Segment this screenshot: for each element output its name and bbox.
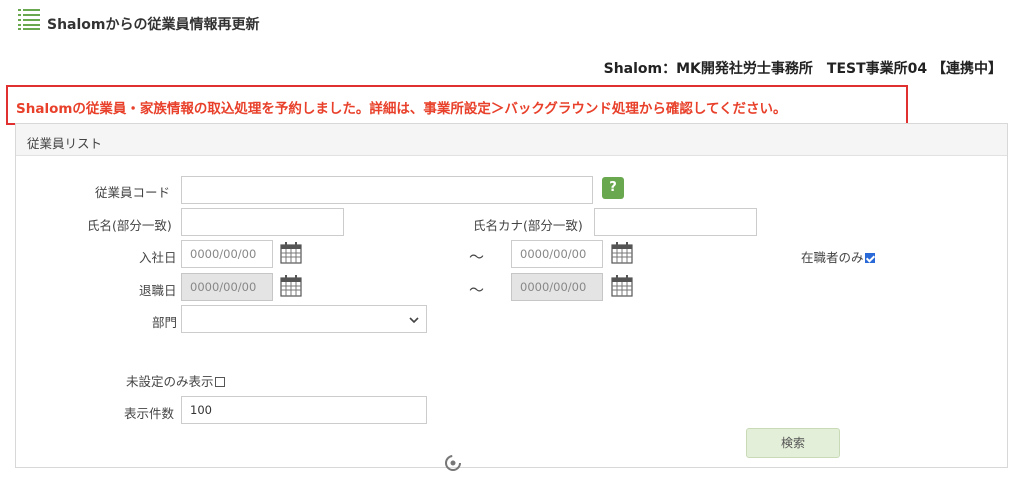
search-button[interactable]: 検索 bbox=[746, 428, 840, 458]
name-kana-input[interactable] bbox=[594, 208, 757, 236]
panel-title: 従業員リスト bbox=[27, 136, 103, 151]
unset-only-toggle[interactable]: 未設定のみ表示 bbox=[126, 371, 225, 390]
notice-banner: Shalomの従業員・家族情報の取込処理を予約しました。詳細は、事業所設定＞バッ… bbox=[6, 85, 908, 125]
employee-code-label: 従業員コード bbox=[95, 185, 171, 200]
hire-date-label: 入社日 bbox=[139, 250, 177, 265]
list-icon[interactable] bbox=[18, 8, 40, 30]
page-size-label: 表示件数 bbox=[124, 406, 175, 421]
panel-header: 従業員リスト bbox=[16, 124, 1007, 156]
calendar-icon[interactable] bbox=[280, 275, 302, 297]
hire-date-from-input[interactable] bbox=[181, 240, 273, 268]
office-connection-label: Shalom：MK開発社労士事務所 TEST事業所04 【連携中】 bbox=[603, 61, 1002, 77]
name-input[interactable] bbox=[181, 208, 344, 236]
name-label: 氏名(部分一致) bbox=[87, 218, 172, 233]
retire-date-range-separator: ～ bbox=[469, 281, 485, 299]
unset-only-label: 未設定のみ表示 bbox=[126, 374, 214, 389]
chevron-down-icon bbox=[409, 317, 419, 324]
page-title: Shalomからの従業員情報再更新 bbox=[47, 17, 260, 33]
help-button[interactable]: ? bbox=[602, 177, 624, 199]
active-only-label: 在職者のみ bbox=[801, 250, 864, 265]
retire-date-label: 退職日 bbox=[139, 283, 177, 298]
active-only-toggle[interactable]: 在職者のみ bbox=[801, 247, 875, 266]
loading-spinner-icon bbox=[445, 455, 461, 471]
page-size-input[interactable] bbox=[181, 396, 427, 424]
hire-date-to-input[interactable] bbox=[511, 240, 603, 268]
top-bar: Shalomからの従業員情報再更新 bbox=[0, 0, 1024, 44]
department-select[interactable] bbox=[181, 305, 427, 333]
unset-only-checkbox[interactable] bbox=[214, 377, 225, 387]
department-label: 部門 bbox=[152, 315, 178, 330]
calendar-icon[interactable] bbox=[280, 242, 302, 264]
active-only-checkbox[interactable] bbox=[864, 253, 875, 263]
retire-date-from-input[interactable] bbox=[181, 273, 273, 301]
name-kana-label: 氏名カナ(部分一致) bbox=[473, 218, 583, 233]
calendar-icon[interactable] bbox=[611, 242, 633, 264]
employee-code-input[interactable] bbox=[181, 176, 593, 204]
calendar-icon[interactable] bbox=[611, 275, 633, 297]
retire-date-to-input[interactable] bbox=[511, 273, 603, 301]
notice-text: Shalomの従業員・家族情報の取込処理を予約しました。詳細は、事業所設定＞バッ… bbox=[16, 101, 787, 117]
hire-date-range-separator: ～ bbox=[469, 248, 485, 266]
